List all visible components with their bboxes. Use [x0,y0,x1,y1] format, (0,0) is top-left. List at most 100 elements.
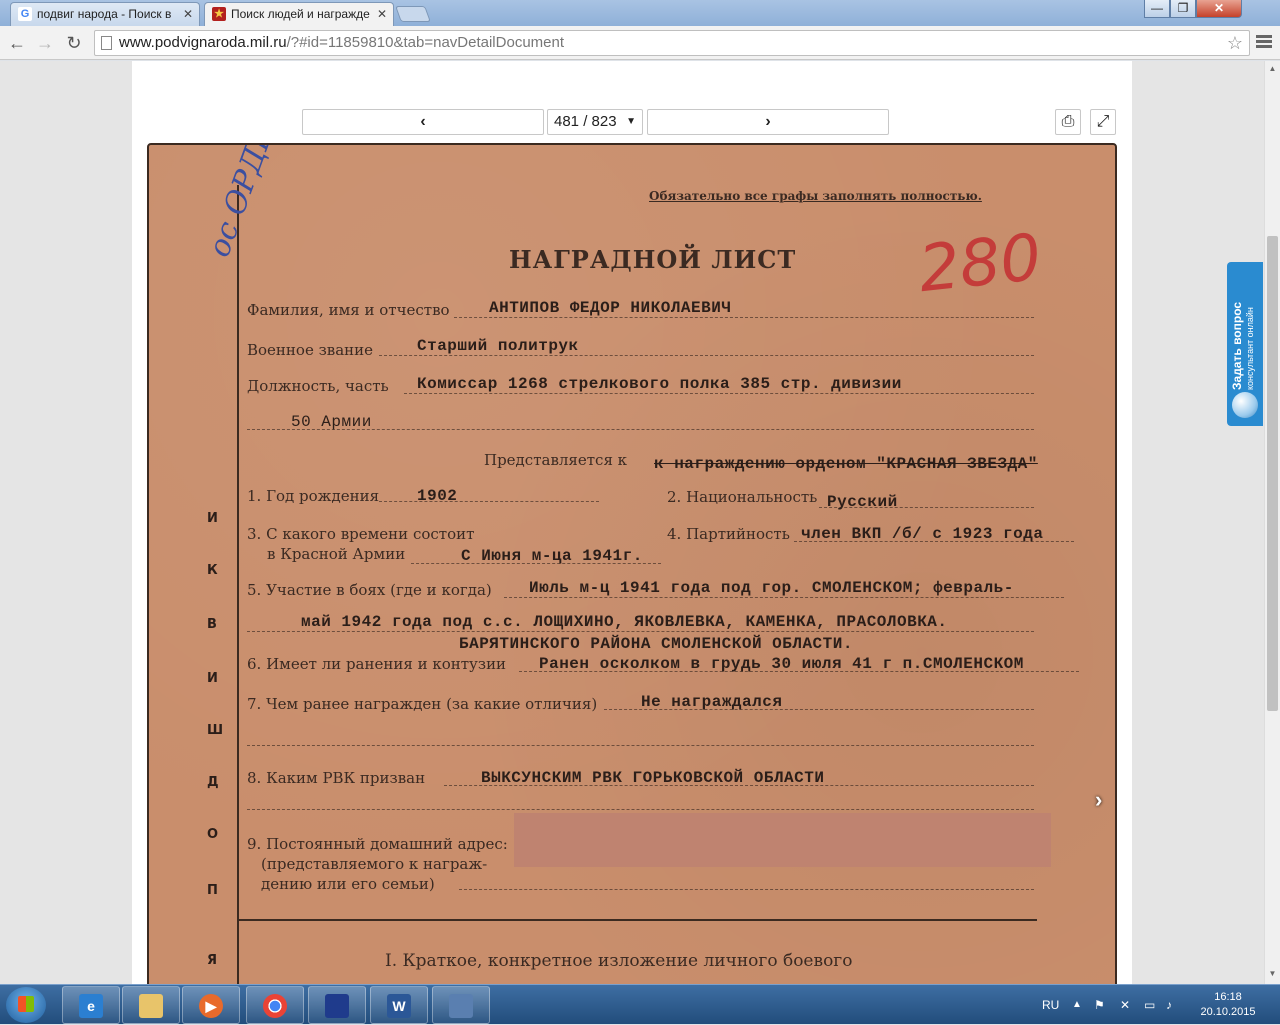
maximize-button[interactable]: ❐ [1170,0,1196,18]
page-selector-value: 481 / 823 [554,113,617,130]
back-arrow-icon[interactable]: ← [6,32,28,54]
position-underline-2 [247,429,1034,430]
browser-title-bar: G подвиг народа - Поиск в ✕ ★ Поиск люде… [0,0,1280,26]
save-disk-icon [325,994,349,1018]
close-tab-icon[interactable]: ✕ [377,3,387,25]
show-hidden-icons-icon[interactable]: ▲ [1072,985,1082,1025]
document-title: НАГРАДНОЙ ЛИСТ [509,245,797,274]
scrollbar-thumb[interactable] [1267,236,1278,711]
taskbar-save-app[interactable] [308,986,366,1024]
wounds-underline [519,671,1079,672]
award-sheet-scan: ос ОРДЕР Обязательно все графы заполнять… [147,143,1117,984]
page-icon [101,36,112,50]
close-tab-icon[interactable]: ✕ [183,3,193,25]
chrome-icon [263,994,287,1018]
google-icon: G [18,7,32,21]
tab-podvig-naroda[interactable]: ★ Поиск людей и награжде ✕ [204,2,394,26]
recruit-office-label: 8. Каким РВК призван [247,769,426,787]
section-1-heading: I. Краткое, конкретное изложение личного… [385,951,853,971]
previous-awards-underline-2 [247,745,1034,746]
taskbar-word[interactable]: W [370,986,428,1024]
side-letter: Я [207,953,218,968]
previous-page-button[interactable]: ‹ [302,109,544,135]
rank-underline [379,355,1034,356]
fio-value: АНТИПОВ ФЕДОР НИКОЛАЕВИЧ [489,299,732,317]
previous-awards-underline [604,709,1034,710]
chrome-menu-icon[interactable] [1255,33,1273,53]
taskbar-internet-explorer[interactable]: e [62,986,120,1024]
home-address-label: 9. Постоянный домашний адрес: [247,835,508,853]
browser-toolbar: ← → ↻ www.podvignaroda.mil.ru/?#id=11859… [0,26,1280,60]
internet-explorer-icon: e [79,994,103,1018]
url-host: www.podvignaroda.mil.ru [119,34,287,51]
media-player-icon: ▶ [199,994,223,1018]
volume-icon[interactable]: ♪ [1166,985,1172,1025]
birth-year-underline [379,501,599,502]
close-window-button[interactable]: ✕ [1196,0,1242,18]
network-icon[interactable]: ✕ [1120,985,1130,1025]
start-button[interactable] [6,987,46,1023]
taskbar-file-explorer[interactable] [122,986,180,1024]
print-button[interactable]: ⎙ [1055,109,1081,135]
side-letter: П [207,883,218,898]
word-icon: W [387,994,411,1018]
bookmark-star-icon[interactable]: ☆ [1227,31,1243,55]
forward-arrow-icon[interactable]: → [34,32,56,54]
flag-icon[interactable]: ⚑ [1094,985,1105,1025]
battles-value-2: май 1942 года под с.с. ЛОЩИХИНО, ЯКОВЛЕВ… [301,613,948,631]
power-icon[interactable]: ▭ [1144,985,1155,1025]
vertical-scrollbar[interactable]: ▲ ▼ [1264,61,1280,984]
side-letter: И [207,671,218,686]
tab-google-search[interactable]: G подвиг народа - Поиск в ✕ [10,2,200,26]
corner-handwriting: ос ОРДЕР [201,143,288,262]
battles-underline [504,597,1064,598]
windows-logo-icon [18,996,34,1012]
battles-value-3: БАРЯТИНСКОГО РАЙОНА СМОЛЕНСКОЙ ОБЛАСТИ. [459,635,853,653]
nationality-value: Русский [827,493,898,511]
fullscreen-button[interactable]: ⤢ [1090,109,1116,135]
clock-time: 16:18 [1214,991,1242,1003]
document-viewer: ‹ 481 / 823 ▼ › ⎙ ⤢ ос ОРДЕР Обязательно… [132,61,1132,984]
consultant-icon [1232,392,1258,418]
new-tab-button[interactable] [395,6,431,22]
tab-title: подвиг народа - Поиск в [37,7,172,21]
minimize-button[interactable]: — [1144,0,1170,18]
scroll-up-icon[interactable]: ▲ [1265,61,1280,77]
presented-label: Представляется к [484,451,628,469]
ask-question-label: Задать вопрос консультант онлайн [1230,270,1259,390]
clock-date: 20.10.2015 [1200,1006,1256,1018]
page-selector[interactable]: 481 / 823 ▼ [547,109,643,135]
battles-value: Июль м-ц 1941 года под гор. СМОЛЕНСКОМ; … [529,579,1014,597]
tab-title: Поиск людей и награжде [231,7,370,21]
section-divider [237,919,1037,921]
party-label: 4. Партийность [667,525,790,543]
battles-underline-2 [247,631,1034,632]
position-value: Комиссар 1268 стрелкового полка 385 стр.… [417,375,902,393]
taskbar-network-app[interactable] [432,986,490,1024]
reload-icon[interactable]: ↻ [63,32,85,54]
language-indicator[interactable]: RU [1042,985,1059,1025]
address-bar[interactable]: www.podvignaroda.mil.ru/?#id=11859810&ta… [94,30,1250,56]
fio-label: Фамилия, имя и отчество [247,301,450,319]
page-viewport: ‹ 481 / 823 ▼ › ⎙ ⤢ ос ОРДЕР Обязательно… [0,61,1264,984]
podvig-emblem-icon: ★ [212,7,226,21]
windows-taskbar: e ▶ W RU ▲ ⚑ ✕ ▭ ♪ 16:18 20.10.2015 [0,984,1280,1024]
home-address-label-3: дению или его семьи) [261,875,435,893]
next-image-arrow-icon[interactable]: › [1095,787,1102,813]
file-explorer-icon [139,994,163,1018]
service-since-underline [411,563,661,564]
previous-awards-label: 7. Чем ранее награжден (за какие отличия… [247,695,598,713]
network-app-icon [449,994,473,1018]
next-page-button[interactable]: › [647,109,889,135]
ask-question-title: Задать вопрос [1230,301,1244,390]
scroll-down-icon[interactable]: ▼ [1265,966,1280,982]
ask-question-widget[interactable]: Задать вопрос консультант онлайн [1227,262,1263,426]
nationality-label: 2. Национальность [667,488,818,506]
print-icon: ⎙ [1061,113,1075,130]
taskbar-media-player[interactable]: ▶ [182,986,240,1024]
side-letter: Ш [207,723,224,738]
birth-year-label: 1. Год рождения [247,487,380,505]
presented-value: к награждению орденом "КРАСНАЯ ЗВЕЗДА" [654,455,1038,473]
taskbar-chrome[interactable] [246,986,304,1024]
system-clock[interactable]: 16:18 20.10.2015 [1196,990,1260,1020]
